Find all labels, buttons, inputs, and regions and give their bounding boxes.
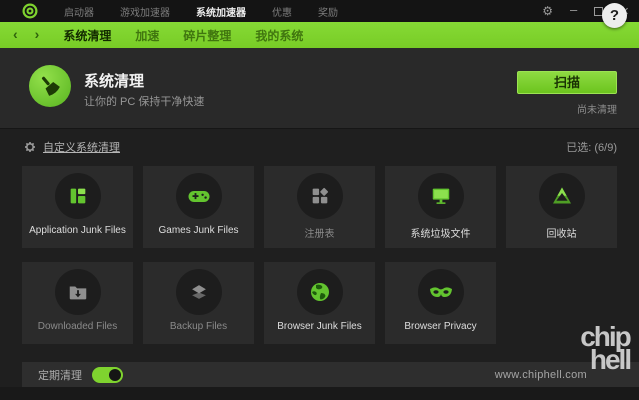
tile-label: 系统垃圾文件 (411, 225, 471, 240)
section-row: 自定义系统清理 已选: (6/9) (24, 138, 617, 156)
tab-boost[interactable]: 加速 (135, 27, 159, 44)
tile-browser-junk-files[interactable]: Browser Junk Files (264, 262, 375, 344)
titlebar-tab-deals[interactable]: 优惠 (272, 4, 292, 19)
gamepad-icon (176, 173, 222, 219)
forward-arrow-icon[interactable]: › (35, 26, 40, 42)
navbar: ‹ › 系统清理 加速 碎片整理 我的系统 (0, 22, 639, 48)
app-window: 启动器 游戏加速器 系统加速器 优惠 奖励 ⚙ – × ‹ › 系统清理 加速 … (0, 0, 639, 400)
monitor-icon (418, 173, 464, 219)
clean-status-text: 尚未清理 (577, 101, 617, 116)
tab-system-cleaner[interactable]: 系统清理 (63, 27, 111, 44)
titlebar-tabs: 启动器 游戏加速器 系统加速器 优惠 奖励 (64, 4, 338, 19)
tile-label: 回收站 (547, 225, 577, 240)
cleaner-tiles-grid: Application Junk Files Games Junk Files (22, 166, 618, 344)
settings-gear-icon[interactable]: ⚙ (542, 5, 553, 17)
globe-icon (297, 269, 343, 315)
tile-backup-files[interactable]: Backup Files (143, 262, 254, 344)
layers-icon (176, 269, 222, 315)
tile-downloaded-files[interactable]: Downloaded Files (22, 262, 133, 344)
page-title: 系统清理 (84, 70, 144, 91)
minimize-button[interactable]: – (570, 3, 577, 16)
navbar-tabs: 系统清理 加速 碎片整理 我的系统 (63, 27, 303, 44)
tile-label: 注册表 (305, 225, 335, 240)
titlebar-tab-game-booster[interactable]: 游戏加速器 (120, 4, 170, 19)
titlebar: 启动器 游戏加速器 系统加速器 优惠 奖励 ⚙ – × (0, 0, 639, 22)
chiphell-logo-line2: hell (583, 348, 637, 371)
tile-label: Games Junk Files (158, 225, 238, 236)
tile-application-junk-files[interactable]: Application Junk Files (22, 166, 133, 248)
tab-my-system[interactable]: 我的系统 (255, 27, 303, 44)
tile-system-junk-files[interactable]: 系统垃圾文件 (385, 166, 496, 248)
tile-label: Downloaded Files (38, 321, 118, 332)
tile-label: Browser Privacy (404, 321, 476, 332)
recycle-icon (539, 173, 585, 219)
customize-gear-icon (24, 141, 36, 153)
customize-cleaner-link[interactable]: 自定义系统清理 (43, 139, 120, 155)
download-folder-icon (55, 269, 101, 315)
tab-defrag[interactable]: 碎片整理 (183, 27, 231, 44)
back-arrow-icon[interactable]: ‹ (13, 26, 18, 42)
registry-icon (297, 173, 343, 219)
titlebar-tab-launcher[interactable]: 启动器 (64, 4, 94, 19)
mask-icon (418, 269, 464, 315)
page-header: 系统清理 让你的 PC 保持干净快速 扫描 尚未清理 (0, 48, 639, 129)
help-button[interactable]: ? (602, 3, 627, 28)
scheduled-clean-toggle[interactable] (92, 367, 123, 383)
tile-games-junk-files[interactable]: Games Junk Files (143, 166, 254, 248)
tile-registry[interactable]: 注册表 (264, 166, 375, 248)
chiphell-logo: chip hell (573, 325, 637, 371)
scheduled-clean-label: 定期清理 (38, 367, 82, 383)
tile-label: Application Junk Files (29, 225, 126, 236)
bottom-band (0, 387, 639, 400)
tile-label: Browser Junk Files (277, 321, 361, 332)
tile-recycle-bin[interactable]: 回收站 (506, 166, 617, 248)
application-icon (55, 173, 101, 219)
page-subtitle: 让你的 PC 保持干净快速 (84, 93, 204, 109)
tile-browser-privacy[interactable]: Browser Privacy (385, 262, 496, 344)
titlebar-tab-rewards[interactable]: 奖励 (318, 4, 338, 19)
tile-label: Backup Files (170, 321, 227, 332)
toggle-knob (109, 369, 121, 381)
titlebar-tab-system-booster[interactable]: 系统加速器 (196, 4, 246, 19)
cortex-logo-icon (22, 3, 38, 19)
broom-icon (29, 65, 71, 107)
selected-count: 已选: (6/9) (566, 139, 617, 155)
scan-button[interactable]: 扫描 (517, 71, 617, 94)
